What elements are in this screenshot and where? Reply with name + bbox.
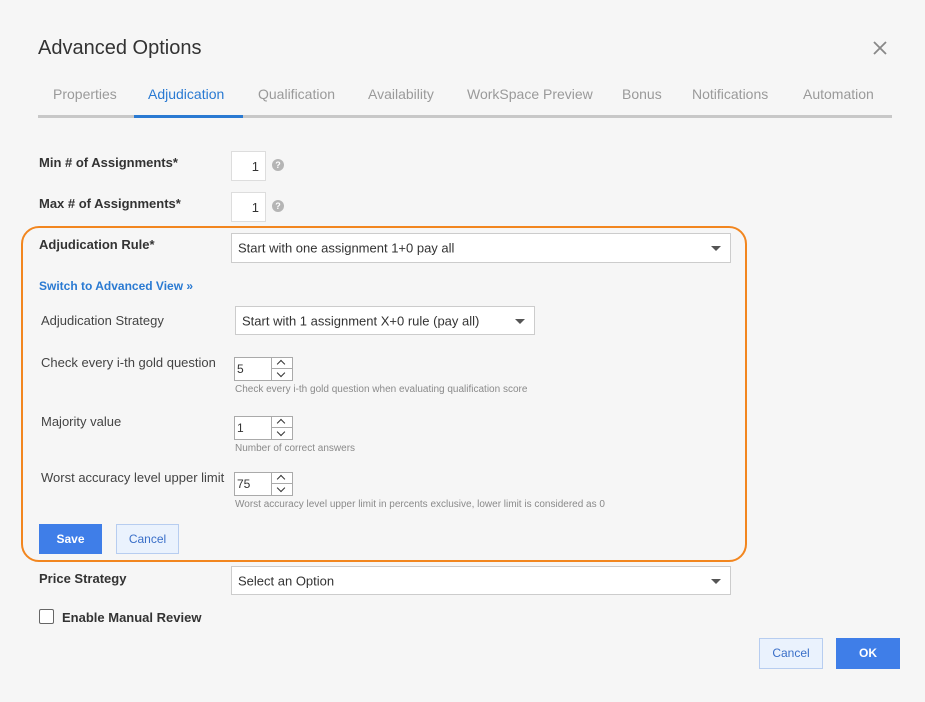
chevron-up-icon [276, 418, 286, 428]
spinner-buttons [272, 472, 293, 496]
tab-notifications[interactable]: Notifications [692, 86, 768, 102]
price-strategy-value: Select an Option [238, 573, 335, 588]
gold-question-spinner[interactable]: 5 [234, 357, 294, 381]
manual-review-checkbox[interactable] [39, 609, 54, 624]
save-button[interactable]: Save [39, 524, 102, 554]
chevron-down-icon [276, 368, 286, 378]
gold-question-hint: Check every i-th gold question when eval… [235, 384, 528, 395]
tab-bar: Properties Adjudication Qualification Av… [38, 78, 892, 118]
caret-down-icon [515, 318, 525, 324]
adjudication-rule-select[interactable]: Start with one assignment 1+0 pay all [231, 233, 731, 263]
tab-qualification[interactable]: Qualification [258, 86, 335, 102]
spinner-buttons [272, 416, 293, 440]
caret-down-icon [711, 578, 721, 584]
chevron-up-icon [276, 359, 286, 369]
worst-accuracy-spinner[interactable]: 75 [234, 472, 294, 496]
spinner-down-button[interactable] [272, 368, 292, 380]
majority-value-hint: Number of correct answers [235, 443, 356, 454]
max-assignments-label: Max # of Assignments* [39, 196, 181, 211]
spinner-down-button[interactable] [272, 483, 292, 495]
manual-review-label[interactable]: Enable Manual Review [62, 610, 201, 625]
adjudication-rule-value: Start with one assignment 1+0 pay all [238, 240, 455, 256]
adjudication-rule-label: Adjudication Rule* [39, 237, 155, 252]
chevron-up-icon [276, 474, 286, 484]
spinner-up-button[interactable] [272, 417, 292, 428]
active-tab-indicator [134, 115, 243, 118]
tab-adjudication[interactable]: Adjudication [148, 86, 224, 102]
help-icon[interactable]: ? [272, 200, 284, 212]
price-strategy-label: Price Strategy [39, 571, 127, 586]
worst-accuracy-input[interactable]: 75 [234, 472, 272, 496]
tab-workspace-preview[interactable]: WorkSpace Preview [467, 86, 593, 102]
cancel-button[interactable]: Cancel [116, 524, 179, 554]
majority-value-label: Majority value [41, 414, 122, 429]
tab-bonus[interactable]: Bonus [622, 86, 662, 102]
majority-value-spinner[interactable]: 1 [234, 416, 294, 440]
adjudication-strategy-select[interactable]: Start with 1 assignment X+0 rule (pay al… [235, 306, 535, 335]
spinner-up-button[interactable] [272, 358, 292, 369]
worst-accuracy-label: Worst accuracy level upper limit [41, 470, 225, 485]
adjudication-strategy-label: Adjudication Strategy [41, 313, 164, 328]
spinner-buttons [272, 357, 293, 381]
help-icon[interactable]: ? [272, 159, 284, 171]
tab-properties[interactable]: Properties [53, 86, 117, 102]
adjudication-strategy-value: Start with 1 assignment X+0 rule (pay al… [242, 313, 480, 328]
min-assignments-label: Min # of Assignments* [39, 155, 178, 170]
switch-advanced-view-link[interactable]: Switch to Advanced View » [39, 279, 193, 293]
majority-value-input[interactable]: 1 [234, 416, 272, 440]
chevron-down-icon [276, 427, 286, 437]
tab-availability[interactable]: Availability [368, 86, 434, 102]
spinner-down-button[interactable] [272, 427, 292, 439]
ok-button[interactable]: OK [836, 638, 900, 669]
gold-question-label: Check every i-th gold question [41, 355, 216, 370]
spinner-up-button[interactable] [272, 473, 292, 484]
min-assignments-input[interactable]: 1 [231, 151, 266, 181]
dialog-title: Advanced Options [38, 37, 202, 59]
gold-question-input[interactable]: 5 [234, 357, 272, 381]
chevron-down-icon [276, 483, 286, 493]
footer-cancel-button[interactable]: Cancel [759, 638, 823, 669]
tab-automation[interactable]: Automation [803, 86, 874, 102]
max-assignments-input[interactable]: 1 [231, 192, 266, 222]
close-icon[interactable] [872, 40, 888, 56]
worst-accuracy-hint: Worst accuracy level upper limit in perc… [235, 499, 605, 510]
caret-down-icon [711, 246, 721, 251]
price-strategy-select[interactable]: Select an Option [231, 566, 731, 595]
